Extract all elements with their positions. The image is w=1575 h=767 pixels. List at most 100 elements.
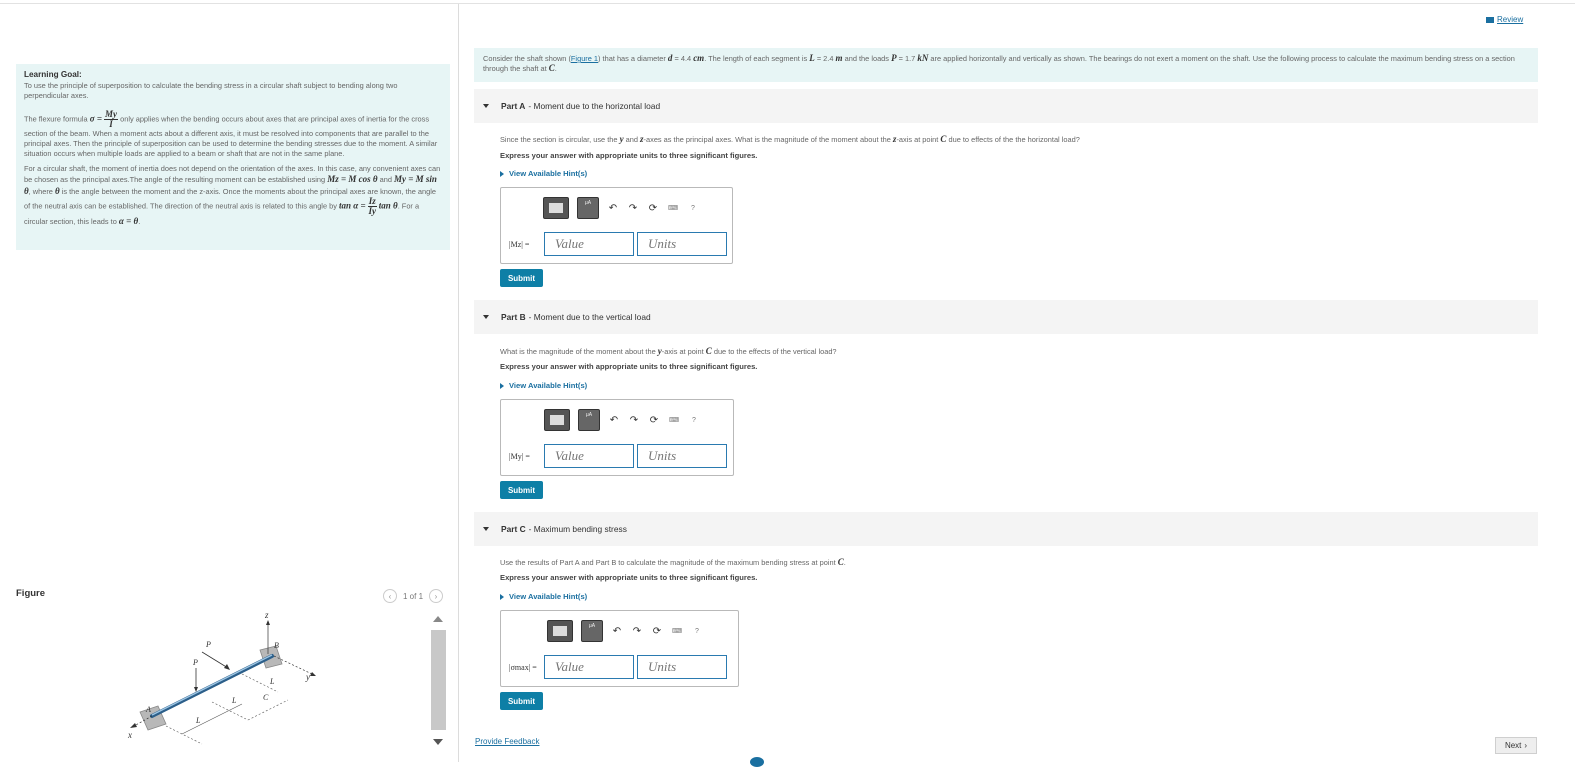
mz-label: |Mz| = xyxy=(509,239,530,249)
collapse-icon xyxy=(483,315,489,319)
problem-statement: Consider the shaft shown (Figure 1) that… xyxy=(474,48,1538,82)
scroll-thumb[interactable] xyxy=(431,630,446,730)
undo-icon[interactable]: ↶ xyxy=(608,415,620,426)
dim-line-3 xyxy=(247,699,289,721)
part-a-submit-button[interactable]: Submit xyxy=(500,269,543,287)
reset-icon[interactable]: ⟳ xyxy=(651,626,663,637)
expand-icon xyxy=(500,170,504,177)
length-l2-label: L xyxy=(231,696,237,705)
shaft-figure: z B y P P L L L C A x xyxy=(16,608,428,758)
collapse-icon xyxy=(483,527,489,531)
part-a-answer-box: μA ↶ ↷ ⟳ ⌨ ? |Mz| = xyxy=(500,187,733,264)
figure-1-link[interactable]: Figure 1 xyxy=(571,54,598,63)
x-axis-label: x xyxy=(127,730,132,740)
keyboard-icon[interactable]: ⌨ xyxy=(671,627,683,635)
figure-page-indicator: 1 of 1 xyxy=(403,591,424,601)
inertia-fraction: Iz Iy xyxy=(367,195,377,216)
math-toolbar: μA ↶ ↷ ⟳ ⌨ ? xyxy=(547,620,703,642)
part-b-submit-button[interactable]: Submit xyxy=(500,481,543,499)
part-c-submit-button[interactable]: Submit xyxy=(500,692,543,710)
point-b-label: B xyxy=(274,641,279,650)
prev-figure-button[interactable]: ‹ xyxy=(383,589,397,603)
flexure-fraction: My I xyxy=(104,108,119,129)
symbol-button[interactable]: μA xyxy=(577,197,599,219)
dim-line-5 xyxy=(181,703,243,735)
keyboard-icon[interactable]: ⌨ xyxy=(668,416,680,424)
undo-icon[interactable]: ↶ xyxy=(607,203,619,214)
collapse-icon xyxy=(483,104,489,108)
learning-goal-text: To use the principle of superposition to… xyxy=(24,81,398,101)
circular-shaft-paragraph: For a circular shaft, the moment of iner… xyxy=(24,164,441,226)
part-c-question: Use the results of Part A and Part B to … xyxy=(500,557,846,567)
review-link[interactable]: Review xyxy=(1486,15,1523,24)
part-c-hint-toggle[interactable]: View Available Hint(s) xyxy=(500,592,587,601)
shaft-body xyxy=(150,654,274,718)
next-button[interactable]: Next › xyxy=(1495,737,1537,754)
redo-icon[interactable]: ↷ xyxy=(628,415,640,426)
part-c-units-input[interactable] xyxy=(637,655,727,679)
learning-goal-title: Learning Goal: xyxy=(24,70,82,79)
flexure-paragraph: The flexure formula σ = My I only applies… xyxy=(24,108,438,159)
point-a-label: A xyxy=(145,705,151,714)
part-a-question: Since the section is circular, use the y… xyxy=(500,134,1080,144)
learning-goal-panel: Learning Goal: To use the principle of s… xyxy=(16,64,450,250)
part-c-answer-box: μA ↶ ↷ ⟳ ⌨ ? |σmax| = xyxy=(500,610,739,687)
reset-icon[interactable]: ⟳ xyxy=(647,203,659,214)
template-button[interactable] xyxy=(547,620,573,642)
template-button[interactable] xyxy=(544,409,570,431)
part-a-header[interactable]: Part A- Moment due to the horizontal loa… xyxy=(474,89,1538,123)
horizontal-load-arrow xyxy=(201,651,229,669)
z-axis-label: z xyxy=(264,610,269,620)
expand-icon xyxy=(500,382,504,389)
help-icon[interactable]: ? xyxy=(687,205,699,212)
symbol-button[interactable]: μA xyxy=(581,620,603,642)
panel-divider xyxy=(458,4,459,762)
part-b-instruction: Express your answer with appropriate uni… xyxy=(500,362,758,371)
reset-icon[interactable]: ⟳ xyxy=(648,415,660,426)
part-b-question: What is the magnitude of the moment abou… xyxy=(500,346,837,356)
load-p1-label: P xyxy=(205,640,211,649)
part-b-answer-row: |My| = xyxy=(509,444,727,468)
part-a-hint-toggle[interactable]: View Available Hint(s) xyxy=(500,169,587,178)
top-rule xyxy=(0,3,1575,4)
redo-icon[interactable]: ↷ xyxy=(627,203,639,214)
redo-icon[interactable]: ↷ xyxy=(631,626,643,637)
part-a-answer-row: |Mz| = xyxy=(509,232,727,256)
symbol-button[interactable]: μA xyxy=(578,409,600,431)
part-a-units-input[interactable] xyxy=(637,232,727,256)
part-b-hint-toggle[interactable]: View Available Hint(s) xyxy=(500,381,587,390)
figure-pager: ‹ 1 of 1 › xyxy=(383,589,444,603)
template-button[interactable] xyxy=(543,197,569,219)
figure-scrollbar[interactable] xyxy=(430,612,446,752)
math-toolbar: μA ↶ ↷ ⟳ ⌨ ? xyxy=(543,197,699,219)
scroll-up-icon[interactable] xyxy=(433,616,443,622)
undo-icon[interactable]: ↶ xyxy=(611,626,623,637)
point-c-label: C xyxy=(263,693,269,702)
provide-feedback-link[interactable]: Provide Feedback xyxy=(475,737,539,746)
dim-line-1 xyxy=(165,725,203,745)
help-icon[interactable]: ? xyxy=(688,417,700,424)
part-c-answer-row: |σmax| = xyxy=(509,655,727,679)
length-l3-label: L xyxy=(195,716,201,725)
length-l1-label: L xyxy=(269,677,275,686)
keyboard-icon[interactable]: ⌨ xyxy=(667,204,679,212)
help-icon[interactable]: ? xyxy=(691,628,703,635)
part-b-header[interactable]: Part B- Moment due to the vertical load xyxy=(474,300,1538,334)
part-a-value-input[interactable] xyxy=(544,232,634,256)
part-a-instruction: Express your answer with appropriate uni… xyxy=(500,151,758,160)
shaft-diagram: z B y P P L L L C A x xyxy=(127,610,316,745)
part-c-value-input[interactable] xyxy=(544,655,634,679)
part-c-header[interactable]: Part C- Maximum bending stress xyxy=(474,512,1538,546)
part-c-instruction: Express your answer with appropriate uni… xyxy=(500,573,758,582)
figure-label: Figure xyxy=(16,588,46,599)
next-figure-button[interactable]: › xyxy=(429,589,444,603)
book-icon xyxy=(1486,16,1494,23)
scroll-down-icon[interactable] xyxy=(433,739,443,745)
my-label: |My| = xyxy=(509,451,530,461)
shaft-highlight xyxy=(151,654,273,716)
sigma-max-label: |σmax| = xyxy=(509,662,537,672)
math-toolbar: μA ↶ ↷ ⟳ ⌨ ? xyxy=(544,409,700,431)
dim-line-2 xyxy=(211,701,249,721)
part-b-value-input[interactable] xyxy=(544,444,634,468)
part-b-units-input[interactable] xyxy=(637,444,727,468)
